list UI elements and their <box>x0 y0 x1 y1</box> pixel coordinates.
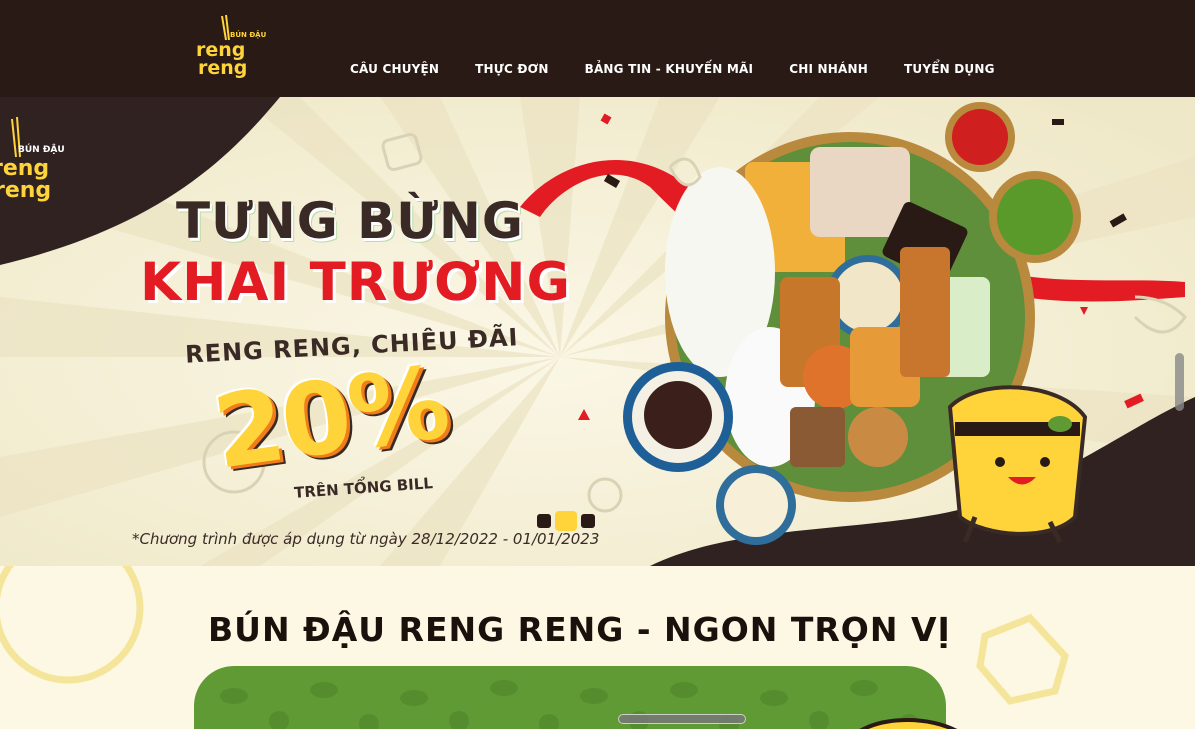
nav-item-menu[interactable]: THỰC ĐƠN <box>475 62 548 76</box>
svg-text:reng: reng <box>0 178 51 203</box>
slider-dots <box>537 511 595 531</box>
logo-icon: BÚN ĐẬU reng reng <box>196 14 267 79</box>
slider-dot-3[interactable] <box>581 514 595 528</box>
green-feature-card <box>194 666 946 729</box>
leaf-pattern <box>220 680 919 729</box>
sunburst-background: BÚN ĐẬU reng reng <box>0 97 1195 566</box>
hero-title-line2: KHAI TRƯƠNG <box>140 252 572 313</box>
nav-item-branches[interactable]: CHI NHÁNH <box>789 62 868 76</box>
vertical-scrollbar-thumb[interactable] <box>1175 353 1184 411</box>
hero-title-line1: TƯNG BỪNG <box>176 192 524 250</box>
site-header: BÚN ĐẬU reng reng CÂU CHUYỆN THỰC ĐƠN BẢ… <box>0 0 1195 97</box>
section-title: BÚN ĐẬU RENG RENG - NGON TRỌN VỊ <box>208 610 951 649</box>
nav-item-careers[interactable]: TUYỂN DỤNG <box>904 62 995 76</box>
nav-item-news[interactable]: BẢNG TIN - KHUYẾN MÃI <box>585 62 754 76</box>
slider-dot-2-active[interactable] <box>555 511 577 531</box>
svg-text:BÚN ĐẬU: BÚN ĐẬU <box>230 30 267 39</box>
main-nav: CÂU CHUYỆN THỰC ĐƠN BẢNG TIN - KHUYẾN MÃ… <box>350 62 1031 76</box>
brand-logo[interactable]: BÚN ĐẬU reng reng <box>192 14 268 79</box>
intro-section: BÚN ĐẬU RENG RENG - NGON TRỌN VỊ <box>0 566 1195 729</box>
slider-dot-1[interactable] <box>537 514 551 528</box>
hero-promo-note: *Chương trình được áp dụng từ ngày 28/12… <box>132 530 600 548</box>
svg-text:BÚN ĐẬU: BÚN ĐẬU <box>18 143 65 155</box>
horizontal-scrollbar-thumb[interactable] <box>618 714 746 724</box>
nav-item-story[interactable]: CÂU CHUYỆN <box>350 62 439 76</box>
hero-banner[interactable]: BÚN ĐẬU reng reng TƯNG BỪNG KHAI TRƯƠNG … <box>0 97 1195 566</box>
mascot-peek <box>859 718 958 729</box>
svg-text:reng: reng <box>198 57 247 78</box>
